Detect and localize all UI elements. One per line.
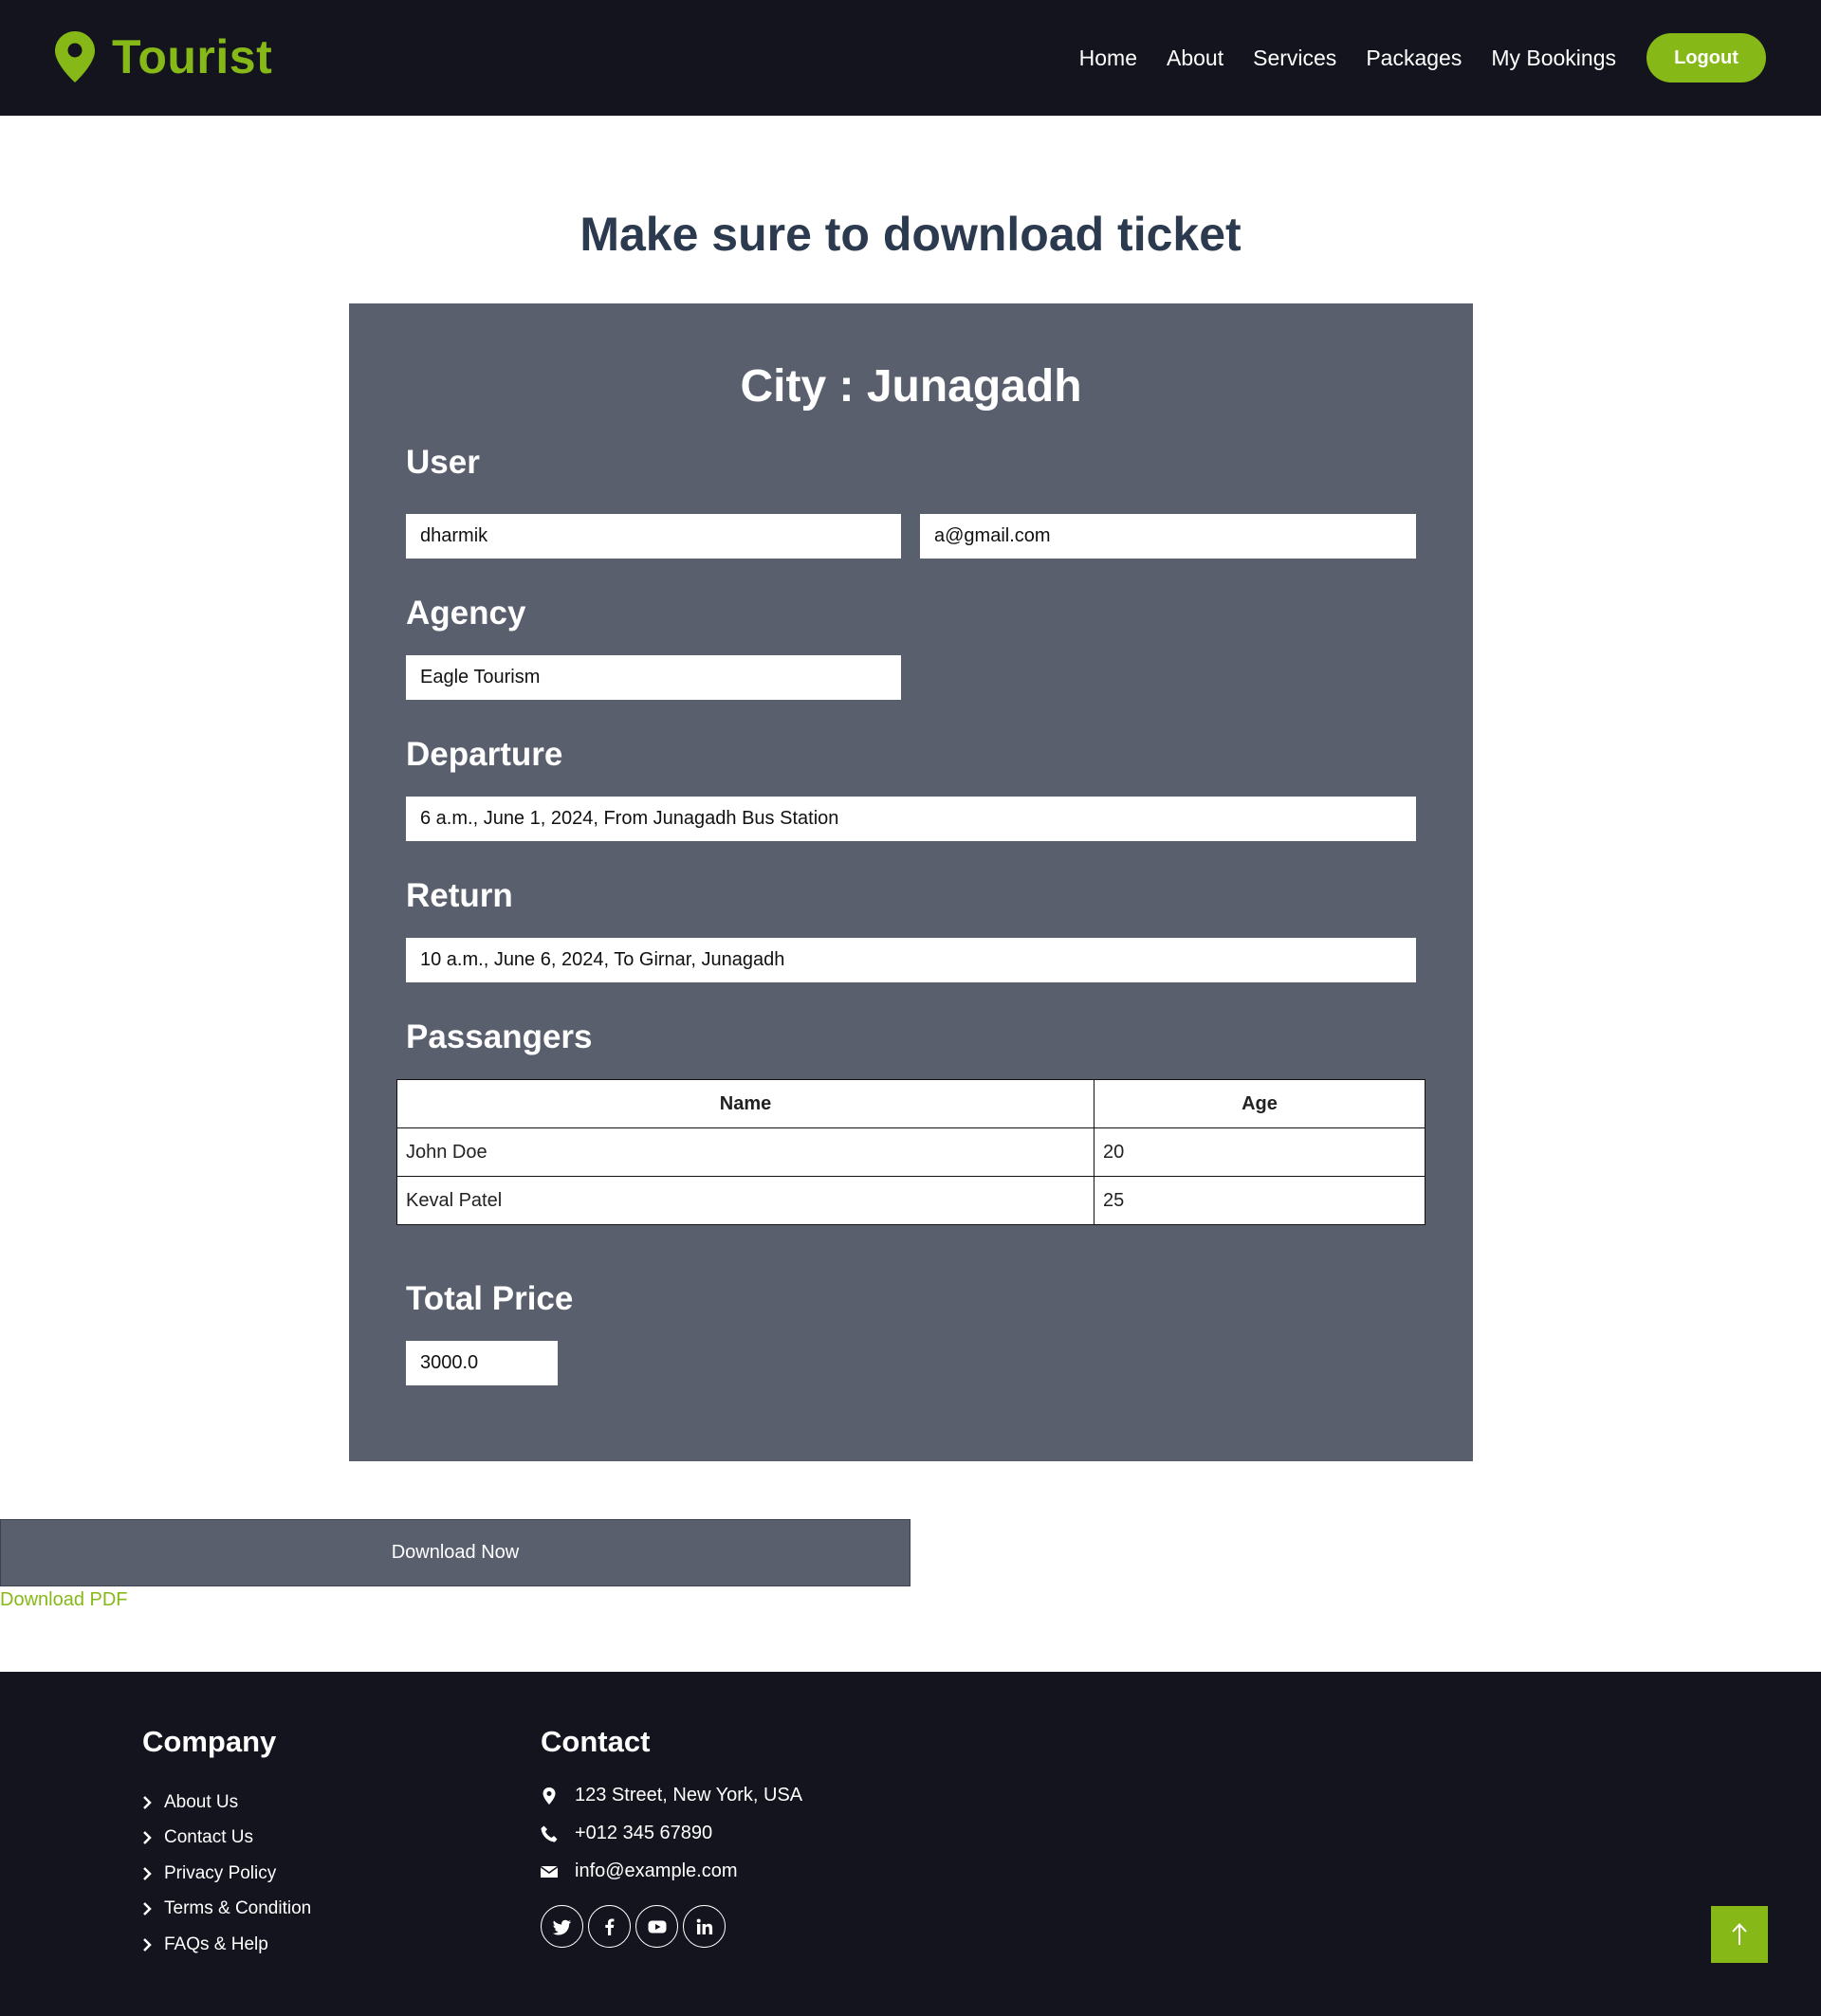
passenger-name: Keval Patel	[396, 1176, 1094, 1225]
youtube-button[interactable]	[635, 1905, 678, 1948]
user-name-field[interactable]: dharmik	[406, 514, 901, 559]
return-label: Return	[406, 877, 513, 914]
agency-field[interactable]: Eagle Tourism	[406, 655, 901, 700]
twitter-icon	[552, 1919, 571, 1934]
chevron-right-icon	[143, 1902, 152, 1916]
contact-address-text: 123 Street, New York, USA	[575, 1785, 803, 1805]
agency-label: Agency	[406, 595, 526, 632]
nav-my-bookings[interactable]: My Bookings	[1491, 46, 1616, 71]
user-email-field[interactable]: a@gmail.com	[920, 514, 1416, 559]
chevron-right-icon	[143, 1937, 152, 1952]
chevron-right-icon	[143, 1795, 152, 1809]
footer-link-item: FAQs & Help	[142, 1927, 311, 1963]
logout-button[interactable]: Logout	[1646, 33, 1766, 82]
nav-packages[interactable]: Packages	[1366, 46, 1462, 71]
contact-phone-text: +012 345 67890	[575, 1823, 713, 1843]
arrow-up-icon	[1732, 1923, 1747, 1945]
footer-link-item: Terms & Condition	[142, 1892, 311, 1928]
contact-email: info@example.com	[541, 1860, 737, 1882]
passenger-name: John Doe	[396, 1127, 1094, 1177]
departure-field[interactable]: 6 a.m., June 1, 2024, From Junagadh Bus …	[406, 797, 1416, 841]
city-title: City : Junagadh	[740, 361, 1082, 412]
phone-icon	[541, 1825, 558, 1842]
user-label: User	[406, 444, 480, 481]
linkedin-button[interactable]	[683, 1905, 726, 1948]
table-row: Keval Patel 25	[396, 1176, 1426, 1225]
page-title: Make sure to download ticket	[579, 208, 1242, 261]
column-header-name: Name	[396, 1079, 1094, 1128]
nav-services[interactable]: Services	[1253, 46, 1336, 71]
contact-phone: +012 345 67890	[541, 1823, 712, 1844]
chevron-right-icon	[143, 1866, 152, 1880]
main-nav: Home About Services Packages My Bookings…	[1079, 33, 1766, 82]
back-to-top-button[interactable]	[1711, 1906, 1768, 1963]
passenger-age: 25	[1094, 1176, 1426, 1225]
social-links	[541, 1905, 730, 1948]
footer-link-item: Privacy Policy	[142, 1856, 311, 1892]
envelope-icon	[541, 1865, 558, 1878]
contact-email-text: info@example.com	[575, 1860, 738, 1881]
footer-link-privacy-policy[interactable]: Privacy Policy	[164, 1863, 276, 1884]
navbar: Tourist Home About Services Packages My …	[0, 0, 1821, 116]
column-header-age: Age	[1094, 1079, 1426, 1128]
return-field[interactable]: 10 a.m., June 6, 2024, To Girnar, Junaga…	[406, 938, 1416, 982]
footer-company-links: About Us Contact Us Privacy Policy Terms…	[142, 1785, 311, 1963]
linkedin-icon	[696, 1918, 712, 1934]
footer-link-item: Contact Us	[142, 1821, 311, 1857]
nav-about[interactable]: About	[1167, 46, 1223, 71]
download-pdf-link[interactable]: Download PDF	[0, 1589, 128, 1611]
download-now-button[interactable]: Download Now	[0, 1519, 910, 1586]
nav-home[interactable]: Home	[1079, 46, 1137, 71]
ticket-card: City : Junagadh User dharmik a@gmail.com…	[349, 303, 1473, 1461]
total-price-field[interactable]: 3000.0	[406, 1341, 558, 1385]
footer-link-item: About Us	[142, 1785, 311, 1821]
footer-contact-heading: Contact	[541, 1725, 651, 1758]
passenger-age: 20	[1094, 1127, 1426, 1177]
total-price-label: Total Price	[406, 1280, 574, 1317]
brand-name: Tourist	[112, 30, 273, 83]
table-header-row: Name Age	[396, 1079, 1426, 1128]
footer-link-faqs[interactable]: FAQs & Help	[164, 1934, 268, 1955]
map-pin-icon	[55, 31, 95, 82]
footer-link-about-us[interactable]: About Us	[164, 1792, 238, 1813]
brand-logo[interactable]: Tourist	[55, 28, 272, 85]
facebook-icon	[604, 1918, 614, 1935]
passengers-label: Passangers	[406, 1018, 593, 1055]
youtube-icon	[648, 1920, 666, 1933]
footer: Company About Us Contact Us Privacy Poli…	[0, 1672, 1821, 2016]
chevron-right-icon	[143, 1831, 152, 1845]
contact-address: 123 Street, New York, USA	[541, 1785, 802, 1806]
departure-label: Departure	[406, 736, 563, 773]
twitter-button[interactable]	[541, 1905, 583, 1948]
footer-link-terms[interactable]: Terms & Condition	[164, 1898, 311, 1919]
passengers-table: Name Age John Doe 20 Keval Patel 25	[396, 1079, 1426, 1225]
table-row: John Doe 20	[396, 1127, 1426, 1177]
facebook-button[interactable]	[588, 1905, 631, 1948]
footer-company-heading: Company	[142, 1725, 277, 1758]
footer-link-contact-us[interactable]: Contact Us	[164, 1827, 253, 1848]
location-icon	[543, 1787, 556, 1805]
